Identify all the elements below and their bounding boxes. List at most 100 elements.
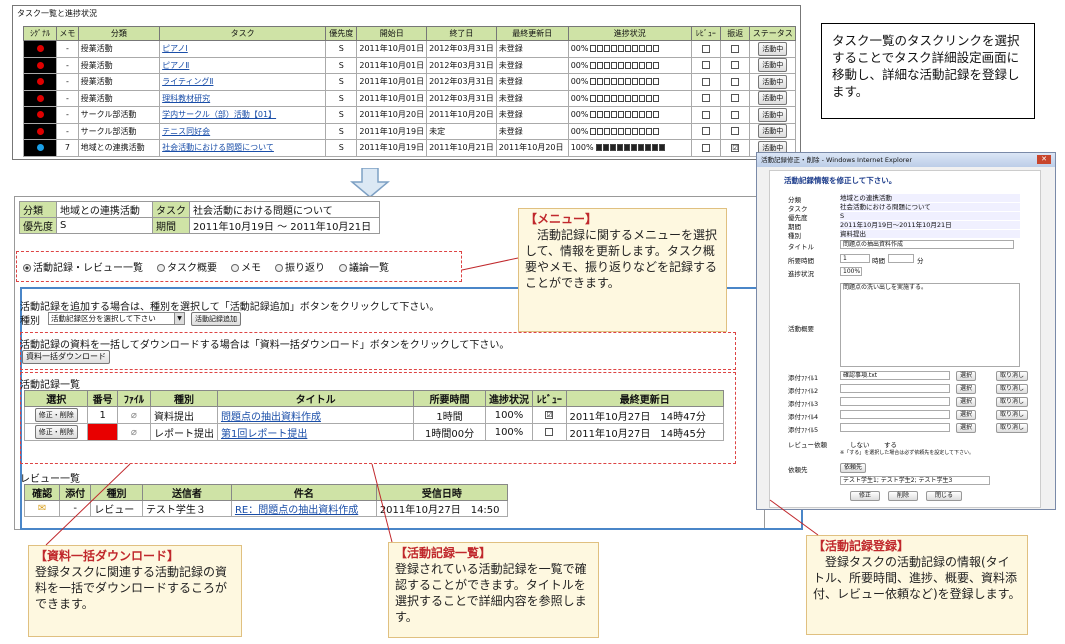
signal-cell [22,106,58,124]
status-button[interactable]: 活動中 [758,41,788,56]
activity-col-header: タイトル [216,390,415,407]
menu-radio-3[interactable]: 振り返り [275,259,325,274]
progress-block [625,61,632,69]
attachment-clear-button[interactable]: 取り消し [996,384,1029,394]
review-checkbox[interactable] [701,127,710,136]
reflect-checkbox[interactable]: ☑ [731,143,740,152]
activity-title-link[interactable]: 第1回レポート提出 [221,429,307,440]
paperclip-icon[interactable]: ⌀ [131,410,137,421]
request-field[interactable]: テスト学生1; テスト学生2; テスト学生3 [840,476,990,485]
review-request-label: レビュー依頼 [788,441,827,449]
review-checkbox[interactable] [701,44,710,53]
attachment-select-button[interactable]: 選択 [956,397,977,407]
title-input[interactable]: 問題点の抽出資料作成 [840,240,1014,249]
attachment-clear-button[interactable]: 取り消し [996,410,1029,420]
attachment-clear-button[interactable]: 取り消し [996,371,1029,381]
review-checkbox[interactable] [701,94,710,103]
progress-block [602,144,609,152]
dialog-button-2[interactable]: 閉じる [926,491,963,501]
add-activity-button[interactable]: 活動記録追加 [191,312,241,326]
type-select[interactable]: 活動記録区分を選択して下さい ▼ [48,312,185,325]
edit-delete-button[interactable]: 修正・削除 [34,408,78,422]
task-link[interactable]: ピアノⅠ [162,44,188,53]
menu-radio-4[interactable]: 議論一覧 [339,259,389,274]
reflect-checkbox[interactable] [731,94,740,103]
reflect-checkbox[interactable] [731,61,740,70]
menu-radio-2[interactable]: メモ [231,259,261,274]
attachment-input[interactable] [840,423,950,432]
attachment-input[interactable] [840,410,950,419]
review-no-radio[interactable]: しない [850,439,870,449]
attachment-input[interactable] [840,384,950,393]
progress-block [625,127,632,135]
progress-block [653,111,660,119]
menu-radio-1[interactable]: タスク概要 [157,259,217,274]
status-button[interactable]: 活動中 [758,74,788,89]
signal-cell [22,89,58,107]
task-link[interactable]: ピアノⅡ [162,61,189,70]
review-checkbox[interactable]: ☑ [545,410,554,419]
envelope-icon[interactable]: ✉ [38,503,46,514]
task-row: - 授業活動 ライティングⅡ S 2011年10月01日 2012年03月31日 未登録 00… [22,73,796,91]
status-button[interactable]: 活動中 [758,58,788,73]
task-link[interactable]: 学内サークル（部）活動【01】 [162,110,276,119]
reflect-checkbox[interactable] [731,110,740,119]
attachment-clear-button[interactable]: 取り消し [996,397,1029,407]
task-link[interactable]: ライティングⅡ [162,77,213,86]
review-checkbox[interactable] [545,427,554,436]
reflect-checkbox[interactable] [731,44,740,53]
bulk-download-button[interactable]: 資料一括ダウンロード [22,350,110,364]
status-button[interactable]: 活動中 [758,124,788,139]
dialog-button-0[interactable]: 修正 [850,491,881,501]
attachment-select-button[interactable]: 選択 [956,371,977,381]
time-cell: 1時間00分 [413,423,486,441]
status-button[interactable]: 活動中 [758,107,788,122]
menu-radio-0[interactable]: 活動記録・レビュー一覧 [23,259,143,274]
close-icon[interactable]: ✕ [1037,155,1051,164]
review-yes-radio[interactable]: する [884,439,897,449]
attachment-input[interactable]: 確認事項.txt [840,371,950,380]
attachment-select-button[interactable]: 選択 [956,384,977,394]
review-checkbox[interactable] [701,143,710,152]
review-subject-link[interactable]: RE：問題点の抽出資料作成 [235,505,358,516]
edit-delete-button[interactable]: 修正・削除 [34,425,78,439]
attachment-clear-button[interactable]: 取り消し [996,423,1029,433]
task-label: タスク [152,201,190,218]
updated-cell: 未登録 [495,73,569,91]
dialog-field-value: 社会活動における問題について [840,203,1020,211]
reflect-checkbox[interactable] [731,127,740,136]
progress-select[interactable]: 100% [840,267,862,276]
paperclip-icon[interactable]: ⌀ [131,427,137,438]
task-link[interactable]: テニス同好会 [162,127,210,136]
hours-input[interactable]: 1 [840,254,870,263]
review-checkbox[interactable] [701,110,710,119]
dialog-button-1[interactable]: 削除 [888,491,919,501]
menu-radio-label: タスク概要 [167,263,217,274]
summary-textarea[interactable]: 問題点の洗い出しを実施する。 [840,283,1020,367]
updated-cell: 未登録 [495,89,569,107]
list-note: 【活動記録一覧】 登録されている活動記録を一覧で確認することができます。タイトル… [388,542,599,638]
dialog-window-title: 活動記録修正・削除 - Windows Internet Explorer [761,156,912,164]
progress-cell: 00% [567,89,692,107]
category-cell: 地域との連携活動 [77,139,161,157]
review-checkbox[interactable] [701,61,710,70]
memo-cell: - [56,40,79,58]
review-col-header: 確認 [23,484,61,501]
start-date-cell: 2011年10月01日 [356,73,428,91]
number-cell: 1 [87,406,118,424]
task-link[interactable]: 社会活動における問題について [162,143,274,152]
reflect-checkbox[interactable] [731,77,740,86]
type-cell: レポート提出 [149,423,218,441]
attachment-select-button[interactable]: 選択 [956,423,977,433]
task-link[interactable]: 理科教材研究 [162,94,210,103]
review-checkbox[interactable] [701,77,710,86]
activity-title-link[interactable]: 問題点の抽出資料作成 [221,412,321,423]
chevron-down-icon: ▼ [174,313,184,324]
radio-icon [231,264,239,272]
minutes-input[interactable] [888,254,914,263]
request-button[interactable]: 依頼先 [840,463,867,473]
progress-block [590,45,597,53]
attachment-select-button[interactable]: 選択 [956,410,977,420]
attachment-input[interactable] [840,397,950,406]
status-button[interactable]: 活動中 [758,91,788,106]
